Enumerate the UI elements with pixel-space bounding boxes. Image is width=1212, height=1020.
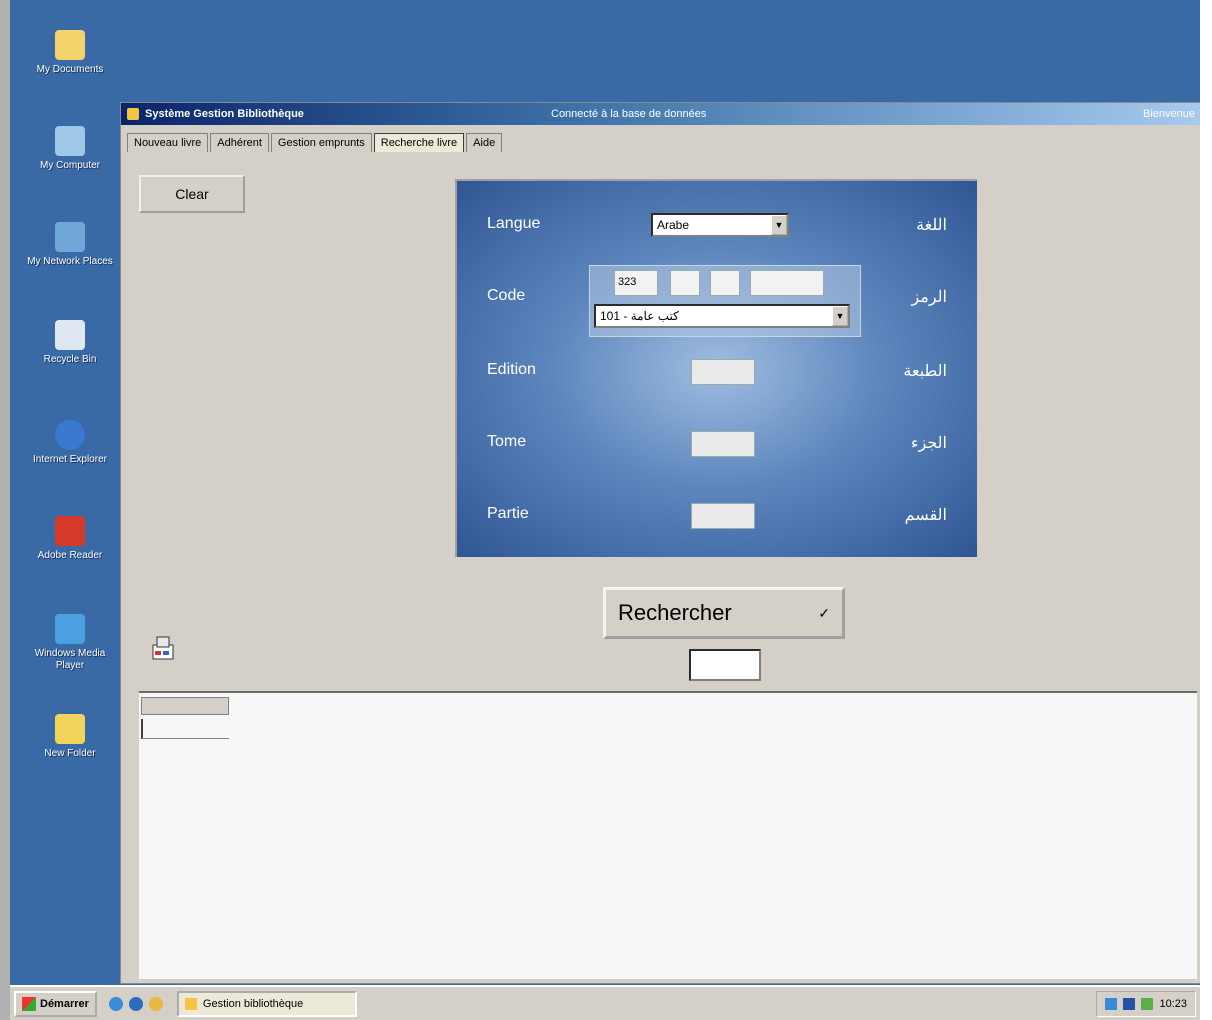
desktop-icon-label: Internet Explorer [33, 454, 107, 465]
show-desktop-icon[interactable] [128, 996, 143, 1011]
results-grid[interactable] [139, 691, 1197, 979]
my-computer-icon [55, 126, 85, 156]
tome-label-ar: الجزء [911, 435, 947, 452]
desktop-icon-internet-explorer[interactable]: Internet Explorer [22, 420, 118, 466]
language-tray-icon[interactable] [1123, 997, 1136, 1010]
tab-bar: Nouveau livre Adhérent Gestion emprunts … [127, 133, 504, 152]
tab-gestion-emprunts[interactable]: Gestion emprunts [270, 133, 372, 152]
internet-explorer-quicklaunch-icon[interactable] [108, 996, 123, 1011]
folder-icon [55, 714, 85, 744]
partie-label-ar: القسم [904, 507, 947, 524]
code-group: 323 101 - كتب عامة ▼ [589, 265, 861, 337]
search-panel-frame: Langue Arabe ▼ اللغة Code 323 101 - كتب … [455, 179, 977, 557]
code-part2-field[interactable] [670, 270, 700, 296]
search-button[interactable]: Rechercher ✓ [603, 587, 845, 639]
connection-status: Connecté à la base de données [551, 108, 707, 120]
desktop-icon-label: Recycle Bin [43, 354, 97, 365]
tab-adherent[interactable]: Adhérent [210, 133, 269, 152]
tome-label: Tome [487, 433, 527, 450]
partie-label: Partie [487, 505, 529, 522]
tome-field[interactable] [691, 431, 755, 457]
search-panel: Langue Arabe ▼ اللغة Code 323 101 - كتب … [457, 181, 977, 557]
checkmark-icon: ✓ [818, 604, 830, 621]
app-icon [127, 108, 139, 120]
clock: 10:23 [1159, 997, 1187, 1010]
desktop: My Documents My Computer My Network Plac… [10, 0, 1202, 985]
windows-flag-icon [22, 996, 36, 1011]
taskbar-app-label: Gestion bibliothèque [202, 997, 304, 1010]
langue-select[interactable]: Arabe ▼ [651, 213, 789, 237]
taskbar: Démarrer Gestion bibliothèque 10:23 [10, 985, 1202, 1020]
grid-row[interactable] [141, 719, 229, 739]
desktop-icon-my-computer[interactable]: My Computer [22, 126, 118, 172]
network-places-icon [55, 222, 85, 252]
app-icon [184, 997, 197, 1010]
code-part3-field[interactable] [710, 270, 740, 296]
langue-label: Langue [487, 215, 541, 232]
internet-explorer-icon [55, 420, 85, 450]
edition-label-ar: الطبعة [903, 363, 947, 380]
search-button-label: Rechercher [618, 600, 732, 625]
quick-launch [108, 996, 163, 1011]
desktop-icon-recycle-bin[interactable]: Recycle Bin [22, 320, 118, 366]
media-player-icon [55, 614, 85, 644]
desktop-icon-adobe-reader[interactable]: Adobe Reader [22, 516, 118, 562]
desktop-icon-label: My Documents [36, 64, 104, 75]
code-part4-field[interactable] [750, 270, 824, 296]
desktop-icon-media-player[interactable]: Windows Media Player [22, 614, 118, 672]
desktop-icon-label: New Folder [44, 748, 96, 759]
welcome-text: Bienvenue [1143, 108, 1195, 120]
desktop-icon-label: Windows Media Player [34, 648, 106, 671]
start-label: Démarrer [40, 997, 89, 1010]
desktop-icon-label: My Network Places [27, 256, 113, 267]
desktop-icon-my-documents[interactable]: My Documents [22, 30, 118, 76]
window-title: Système Gestion Bibliothèque [145, 108, 304, 120]
code-select[interactable]: 101 - كتب عامة ▼ [594, 304, 850, 328]
code-select-value: 101 - كتب عامة [600, 309, 679, 323]
media-player-quicklaunch-icon[interactable] [148, 996, 163, 1011]
langue-label-ar: اللغة [916, 217, 947, 234]
desktop-icon-label: Adobe Reader [37, 550, 103, 561]
window-titlebar[interactable]: Système Gestion Bibliothèque Connecté à … [121, 103, 1201, 125]
tab-recherche-livre[interactable]: Recherche livre [373, 133, 465, 152]
code-label-ar: الرمز [911, 289, 947, 306]
my-documents-icon [55, 30, 85, 60]
tab-nouveau-livre[interactable]: Nouveau livre [127, 133, 209, 152]
network-tray-icon[interactable] [1105, 997, 1118, 1010]
taskbar-app-button[interactable]: Gestion bibliothèque [176, 990, 357, 1017]
code-prefix-field[interactable]: 323 [614, 270, 658, 296]
desktop-icon-label: My Computer [39, 160, 100, 171]
adobe-reader-icon [55, 516, 85, 546]
edition-label: Edition [487, 361, 536, 378]
code-label: Code [487, 287, 526, 304]
recycle-bin-icon [55, 320, 85, 350]
partie-field[interactable] [691, 503, 755, 529]
edition-field[interactable] [691, 359, 755, 385]
security-tray-icon[interactable] [1141, 997, 1154, 1010]
tab-aide[interactable]: Aide [466, 133, 503, 152]
system-tray: 10:23 [1096, 990, 1196, 1017]
grid-header-cell [141, 697, 229, 715]
printer-icon[interactable] [149, 623, 177, 675]
app-window: Système Gestion Bibliothèque Connecté à … [120, 102, 1202, 984]
chevron-down-icon[interactable]: ▼ [832, 306, 848, 326]
desktop-icon-network[interactable]: My Network Places [22, 222, 118, 268]
langue-value: Arabe [657, 218, 690, 232]
desktop-icon-folder[interactable]: New Folder [22, 714, 118, 760]
chevron-down-icon[interactable]: ▼ [771, 215, 787, 235]
clear-button[interactable]: Clear [139, 175, 245, 213]
result-count-field[interactable] [689, 649, 761, 681]
right-border [1200, 0, 1212, 1020]
start-button[interactable]: Démarrer [14, 990, 97, 1017]
